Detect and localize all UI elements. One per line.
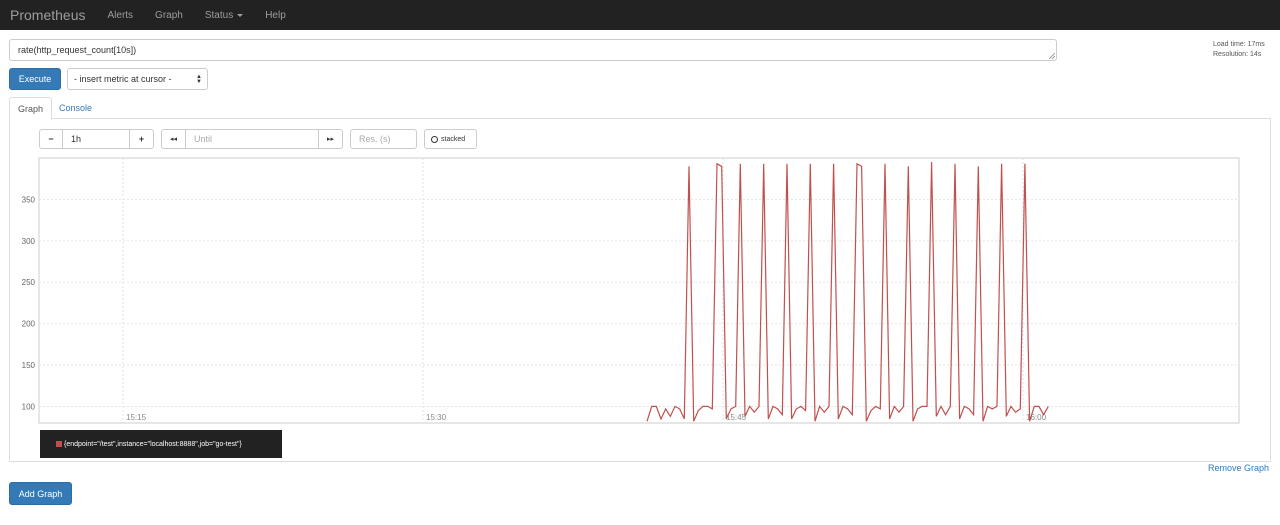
y-tick-label: 100: [22, 402, 36, 411]
circle-icon: [431, 135, 438, 143]
chart-legend: {endpoint="/test",instance="localhost:88…: [40, 430, 282, 458]
expression-text: rate(http_request_count[10s]): [18, 45, 137, 55]
y-tick-label: 250: [22, 278, 36, 287]
remove-graph-link[interactable]: Remove Graph: [1208, 463, 1269, 473]
nav-status-label: Status: [204, 9, 234, 21]
tab-graph[interactable]: Graph: [9, 97, 53, 120]
plot-frame: [38, 157, 1240, 424]
load-time: Load time: 17ms: [1213, 41, 1265, 48]
expression-input[interactable]: rate(http_request_count[10s]): [9, 39, 1057, 61]
stacked-toggle[interactable]: stacked: [424, 129, 477, 149]
nav-alerts[interactable]: Alerts: [107, 10, 133, 21]
metric-select-label: - insert metric at cursor -: [74, 74, 172, 84]
resolution: Resolution: 14s: [1213, 51, 1262, 58]
query-stats: Load time: 17ms Resolution: 14s: [1213, 40, 1265, 60]
legend-series-label: {endpoint="/test",instance="localhost:88…: [64, 440, 242, 448]
resize-grip-icon[interactable]: [1049, 53, 1055, 59]
y-tick-label: 200: [22, 320, 36, 329]
select-arrows-icon: ▲ ▼: [196, 74, 202, 85]
navbar: Prometheus Alerts Graph Status Help: [0, 0, 1280, 30]
y-tick-label: 350: [22, 195, 36, 204]
y-tick-label: 150: [22, 361, 36, 370]
range-input[interactable]: 1h: [62, 129, 130, 149]
add-graph-button[interactable]: Add Graph: [9, 482, 72, 505]
time-back-button[interactable]: ◂◂: [161, 129, 186, 149]
time-forward-button[interactable]: ▸▸: [318, 129, 343, 149]
stacked-label: stacked: [441, 135, 466, 143]
tab-console[interactable]: Console: [51, 97, 100, 119]
until-input[interactable]: Until: [185, 129, 319, 149]
nav-status[interactable]: Status: [204, 9, 244, 21]
series-swatch: [56, 441, 62, 447]
y-tick-label: 300: [22, 237, 36, 246]
caret-down-icon: [237, 13, 244, 17]
brand-link[interactable]: Prometheus: [10, 7, 85, 23]
graph-chart[interactable]: 10015020025030035015:15 15:30 15:45 16:00: [0, 150, 1280, 435]
nav-help[interactable]: Help: [265, 10, 286, 21]
range-decrease-button[interactable]: −: [39, 129, 63, 149]
resolution-input[interactable]: Res. (s): [350, 129, 417, 149]
execute-button[interactable]: Execute: [9, 68, 61, 90]
range-increase-button[interactable]: +: [129, 129, 154, 149]
x-tick-label: 15:15: [126, 413, 147, 422]
x-tick-label: 15:30: [426, 413, 447, 422]
tab-bar: Graph Console: [9, 97, 1271, 120]
nav-graph[interactable]: Graph: [155, 10, 183, 21]
insert-metric-select[interactable]: - insert metric at cursor - ▲ ▼: [67, 68, 208, 90]
